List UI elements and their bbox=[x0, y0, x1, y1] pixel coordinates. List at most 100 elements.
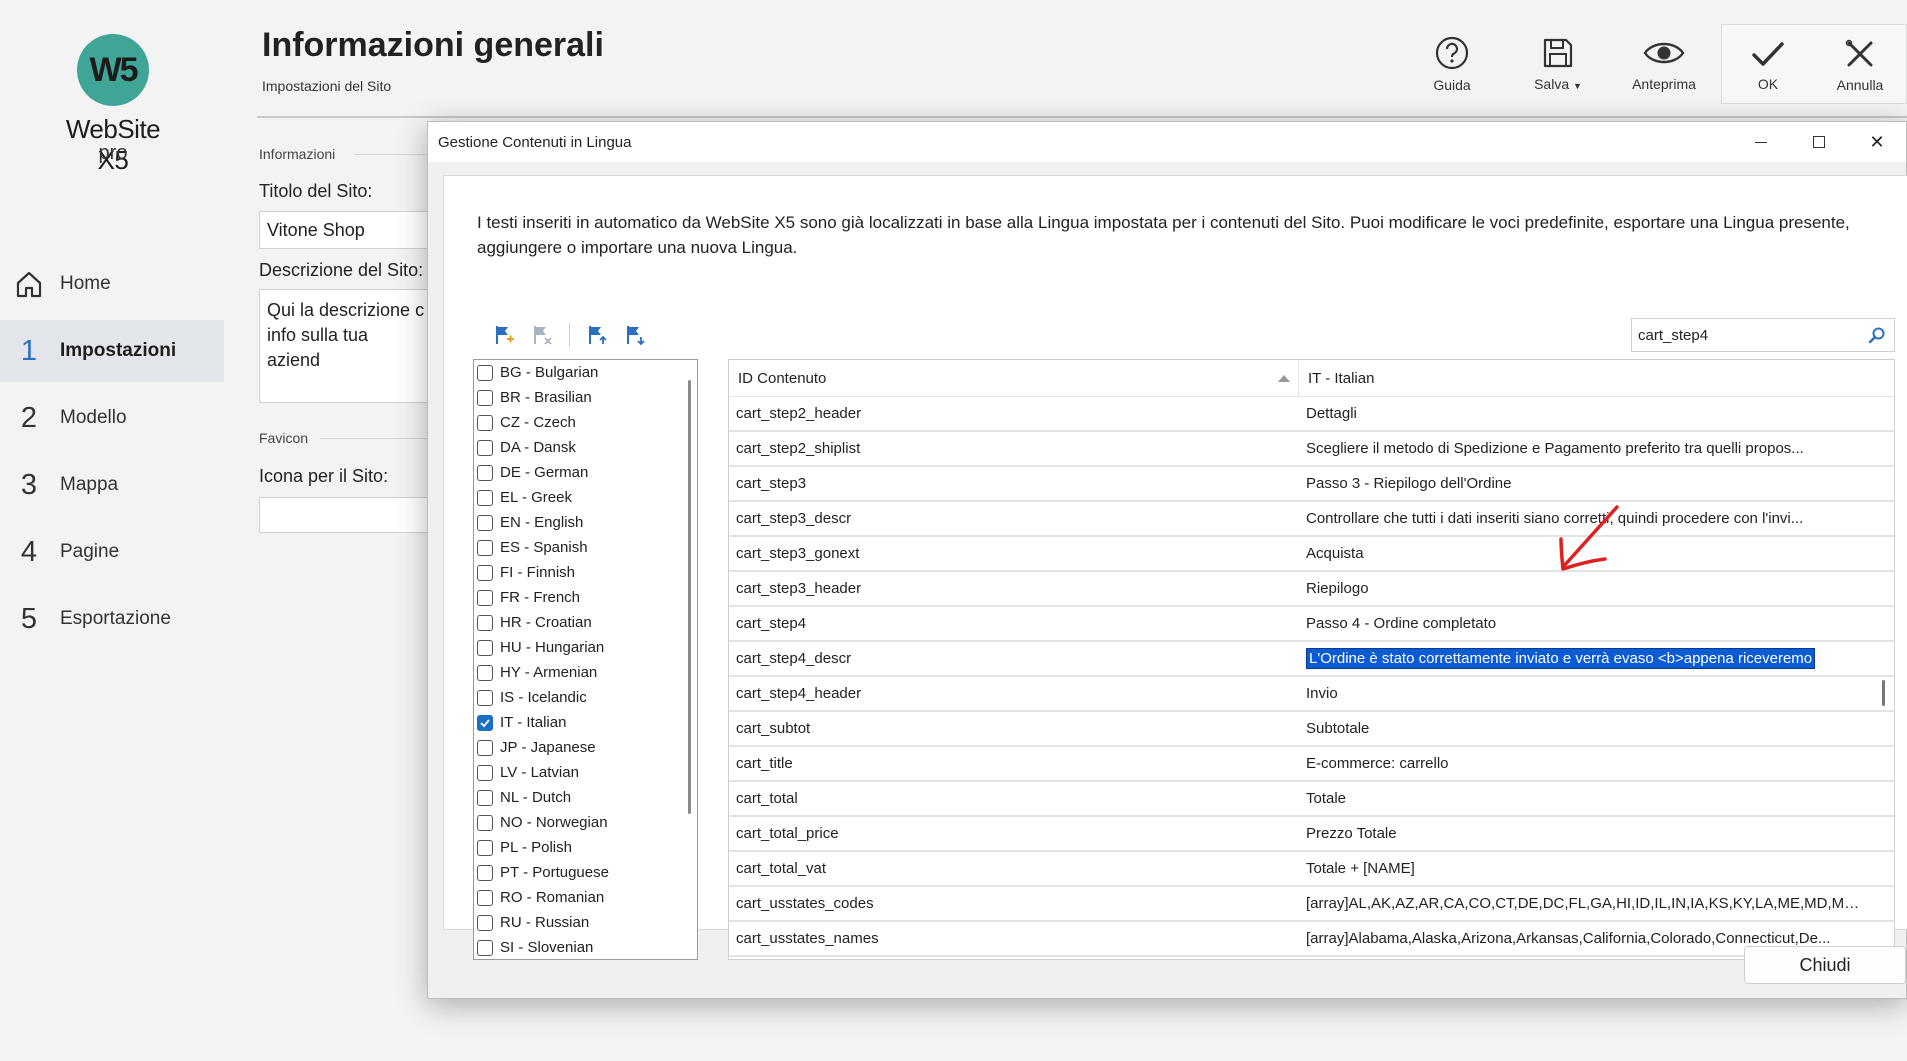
sidebar-item-modello[interactable]: 2 Modello bbox=[0, 387, 235, 449]
cell-translation[interactable]: Totale + [NAME] bbox=[1299, 852, 1873, 885]
table-row[interactable]: cart_total Totale bbox=[729, 782, 1894, 817]
maximize-button[interactable] bbox=[1790, 122, 1848, 162]
sidebar-item-impostazioni[interactable]: 1 Impostazioni bbox=[0, 320, 224, 382]
language-checkbox[interactable] bbox=[477, 589, 493, 606]
language-item[interactable]: PT - Portuguese bbox=[474, 860, 697, 885]
sidebar-item-home[interactable]: Home bbox=[0, 253, 235, 315]
table-row[interactable]: cart_total_vat Totale + [NAME] bbox=[729, 852, 1894, 887]
search-icon[interactable] bbox=[1868, 326, 1886, 348]
language-checkbox[interactable] bbox=[477, 514, 493, 531]
table-row[interactable]: cart_step4 Passo 4 - Ordine completato bbox=[729, 607, 1894, 642]
language-checkbox[interactable] bbox=[477, 539, 493, 556]
language-checkbox[interactable] bbox=[477, 739, 493, 756]
language-checkbox[interactable] bbox=[477, 414, 493, 431]
language-list-scrollbar[interactable] bbox=[688, 380, 691, 814]
language-item[interactable]: BG - Bulgarian bbox=[474, 360, 697, 385]
table-row[interactable]: cart_step3_gonext Acquista bbox=[729, 537, 1894, 572]
close-window-button[interactable]: ✕ bbox=[1848, 122, 1906, 162]
table-row[interactable]: cart_step3_header Riepilogo bbox=[729, 572, 1894, 607]
language-checkbox[interactable] bbox=[477, 789, 493, 806]
close-button[interactable]: Chiudi bbox=[1744, 946, 1906, 984]
cell-translation[interactable]: Passo 3 - Riepilogo dell'Ordine bbox=[1299, 467, 1873, 500]
language-checkbox[interactable] bbox=[477, 389, 493, 406]
language-checkbox[interactable] bbox=[477, 764, 493, 781]
language-checkbox[interactable] bbox=[477, 564, 493, 581]
table-row[interactable]: cart_step3 Passo 3 - Riepilogo dell'Ordin… bbox=[729, 467, 1894, 502]
language-checkbox-checked[interactable] bbox=[477, 714, 493, 731]
language-item[interactable]: ES - Spanish bbox=[474, 535, 697, 560]
language-checkbox[interactable] bbox=[477, 864, 493, 881]
language-item[interactable]: HY - Armenian bbox=[474, 660, 697, 685]
language-item[interactable]: RU - Russian bbox=[474, 910, 697, 935]
column-header-language[interactable]: IT - Italian bbox=[1299, 360, 1873, 396]
cancel-button[interactable]: Annulla bbox=[1814, 25, 1906, 105]
language-checkbox[interactable] bbox=[477, 639, 493, 656]
language-item[interactable]: CZ - Czech bbox=[474, 410, 697, 435]
language-item[interactable]: DA - Dansk bbox=[474, 435, 697, 460]
language-item[interactable]: BR - Brasilian bbox=[474, 385, 697, 410]
language-checkbox[interactable] bbox=[477, 489, 493, 506]
language-item[interactable]: FR - French bbox=[474, 585, 697, 610]
cell-translation[interactable]: Passo 4 - Ordine completato bbox=[1299, 607, 1873, 640]
table-row[interactable]: cart_usstates_codes [array]AL,AK,AZ,AR,CA… bbox=[729, 887, 1894, 922]
language-checkbox[interactable] bbox=[477, 839, 493, 856]
language-item[interactable]: LV - Latvian bbox=[474, 760, 697, 785]
cell-translation-editor[interactable]: L'Ordine è stato correttamente inviato e… bbox=[1299, 642, 1873, 675]
language-item[interactable]: HU - Hungarian bbox=[474, 635, 697, 660]
save-button[interactable]: Salva ▼ bbox=[1505, 24, 1611, 104]
language-checkbox[interactable] bbox=[477, 939, 493, 956]
language-item[interactable]: JP - Japanese bbox=[474, 735, 697, 760]
cell-translation[interactable]: E-commerce: carrello bbox=[1299, 747, 1873, 780]
content-table[interactable]: ID Contenuto IT - Italian cart_step2_hea… bbox=[728, 359, 1895, 960]
cell-translation[interactable]: Riepilogo bbox=[1299, 572, 1873, 605]
cell-translation[interactable]: Invio bbox=[1299, 677, 1873, 710]
search-input[interactable]: cart_step4 bbox=[1631, 318, 1895, 352]
table-row-editing[interactable]: cart_step4_descr L'Ordine è stato corrett… bbox=[729, 642, 1894, 677]
cell-translation[interactable]: Subtotale bbox=[1299, 712, 1873, 745]
ok-button[interactable]: OK bbox=[1722, 25, 1814, 105]
language-item[interactable]: FI - Finnish bbox=[474, 560, 697, 585]
cell-translation[interactable]: Dettagli bbox=[1299, 397, 1873, 430]
language-checkbox[interactable] bbox=[477, 689, 493, 706]
language-checkbox[interactable] bbox=[477, 364, 493, 381]
sidebar-item-mappa[interactable]: 3 Mappa bbox=[0, 454, 235, 516]
language-checkbox[interactable] bbox=[477, 889, 493, 906]
language-item[interactable]: EN - English bbox=[474, 510, 697, 535]
cell-translation[interactable]: Prezzo Totale bbox=[1299, 817, 1873, 850]
language-item[interactable]: PL - Polish bbox=[474, 835, 697, 860]
help-button[interactable]: Guida bbox=[1399, 24, 1505, 104]
language-checkbox[interactable] bbox=[477, 464, 493, 481]
selected-translation-text[interactable]: L'Ordine è stato correttamente inviato e… bbox=[1306, 648, 1816, 669]
cell-translation[interactable]: Totale bbox=[1299, 782, 1873, 815]
sidebar-item-pagine[interactable]: 4 Pagine bbox=[0, 521, 235, 583]
language-item-selected[interactable]: IT - Italian bbox=[474, 710, 697, 735]
export-language-button[interactable] bbox=[582, 322, 612, 348]
table-row[interactable]: cart_step3_descr Controllare che tutti i … bbox=[729, 502, 1894, 537]
table-row[interactable]: cart_title E-commerce: carrello bbox=[729, 747, 1894, 782]
language-checkbox[interactable] bbox=[477, 664, 493, 681]
table-row[interactable]: cart_total_price Prezzo Totale bbox=[729, 817, 1894, 852]
language-checkbox[interactable] bbox=[477, 614, 493, 631]
preview-button[interactable]: Anteprima bbox=[1611, 24, 1717, 104]
language-item[interactable]: RO - Romanian bbox=[474, 885, 697, 910]
sidebar-item-esportazione[interactable]: 5 Esportazione bbox=[0, 588, 235, 650]
language-checkbox[interactable] bbox=[477, 914, 493, 931]
add-language-button[interactable] bbox=[489, 322, 519, 348]
cell-translation[interactable]: [array]AL,AK,AZ,AR,CA,CO,CT,DE,DC,FL,GA,… bbox=[1299, 887, 1873, 920]
table-scrollbar[interactable] bbox=[1882, 680, 1885, 706]
table-row[interactable]: cart_usstates_names [array]Alabama,Alaska… bbox=[729, 922, 1894, 957]
language-item[interactable]: HR - Croatian bbox=[474, 610, 697, 635]
language-item[interactable]: DE - German bbox=[474, 460, 697, 485]
table-row[interactable]: cart_subtot Subtotale bbox=[729, 712, 1894, 747]
language-item[interactable]: NL - Dutch bbox=[474, 785, 697, 810]
table-row[interactable]: cart_step4_header Invio bbox=[729, 677, 1894, 712]
minimize-button[interactable] bbox=[1732, 122, 1790, 162]
site-description-textarea[interactable]: Qui la descrizione c info sulla tua azie… bbox=[259, 289, 434, 403]
table-row[interactable]: cart_step2_shiplist Scegliere il metodo d… bbox=[729, 432, 1894, 467]
remove-language-button[interactable] bbox=[527, 322, 557, 348]
language-checkbox[interactable] bbox=[477, 814, 493, 831]
import-language-button[interactable] bbox=[620, 322, 650, 348]
language-checkbox[interactable] bbox=[477, 439, 493, 456]
column-header-id[interactable]: ID Contenuto bbox=[729, 360, 1299, 396]
site-title-input[interactable]: Vitone Shop bbox=[259, 211, 434, 249]
